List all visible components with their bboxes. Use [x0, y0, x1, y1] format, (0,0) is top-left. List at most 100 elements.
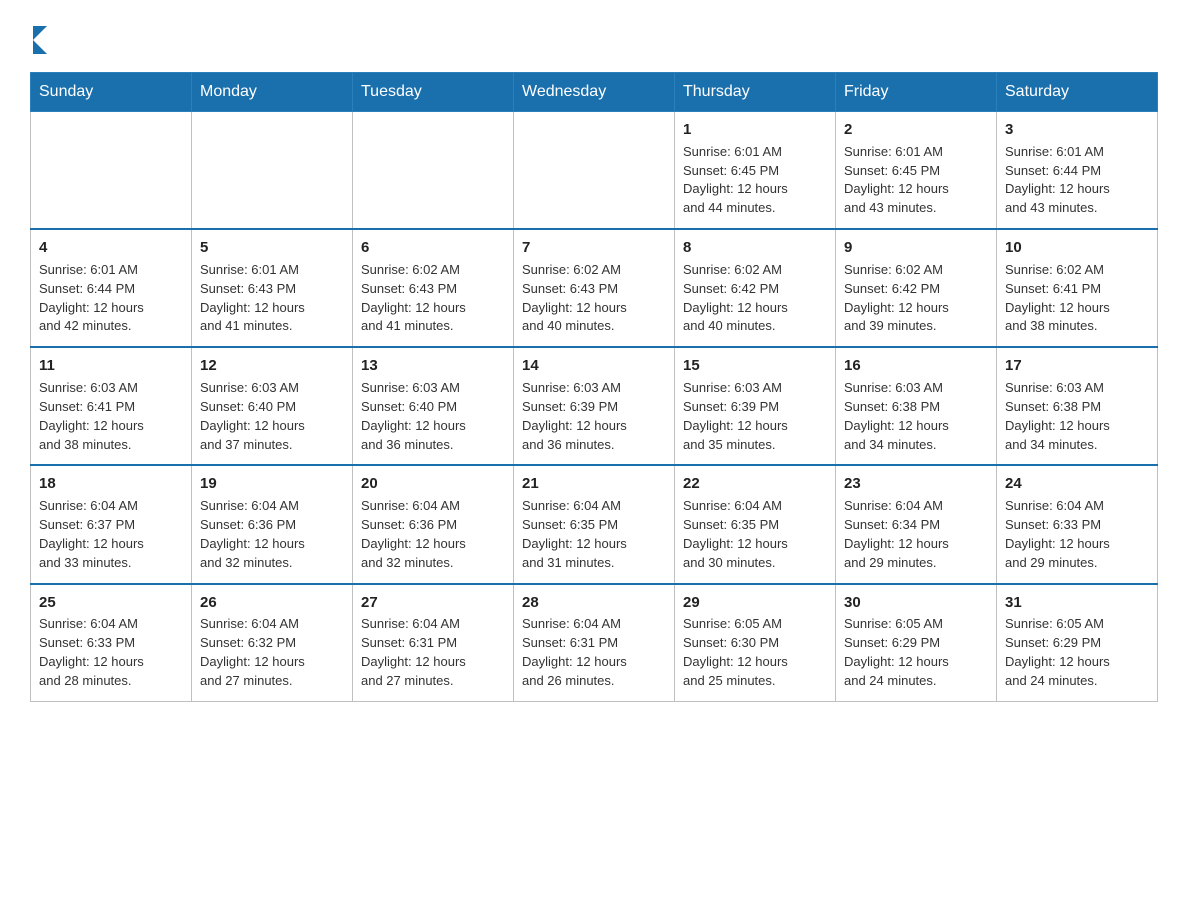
day-number: 30	[844, 592, 988, 614]
day-number: 4	[39, 237, 183, 259]
day-info-line: and 26 minutes.	[522, 672, 666, 691]
calendar-cell: 1Sunrise: 6:01 AMSunset: 6:45 PMDaylight…	[675, 112, 836, 230]
day-info-line: Daylight: 12 hours	[683, 653, 827, 672]
day-info-line: Daylight: 12 hours	[844, 180, 988, 199]
day-number: 10	[1005, 237, 1149, 259]
calendar-cell	[192, 112, 353, 230]
day-info-line: Sunset: 6:29 PM	[844, 634, 988, 653]
day-info-line: Sunset: 6:35 PM	[522, 516, 666, 535]
day-info-line: Daylight: 12 hours	[1005, 535, 1149, 554]
day-info-line: Sunset: 6:33 PM	[1005, 516, 1149, 535]
day-info-line: Sunrise: 6:04 AM	[1005, 497, 1149, 516]
day-info-line: Daylight: 12 hours	[200, 417, 344, 436]
day-info-line: Sunrise: 6:04 AM	[39, 497, 183, 516]
day-info-line: Daylight: 12 hours	[844, 653, 988, 672]
calendar-cell: 27Sunrise: 6:04 AMSunset: 6:31 PMDayligh…	[353, 584, 514, 702]
day-number: 17	[1005, 355, 1149, 377]
day-info-line: and 32 minutes.	[200, 554, 344, 573]
calendar-cell: 23Sunrise: 6:04 AMSunset: 6:34 PMDayligh…	[836, 465, 997, 583]
calendar-cell	[31, 112, 192, 230]
day-number: 22	[683, 473, 827, 495]
day-info-line: Sunrise: 6:02 AM	[844, 261, 988, 280]
day-info-line: Daylight: 12 hours	[683, 535, 827, 554]
day-info-line: and 27 minutes.	[361, 672, 505, 691]
day-info-line: Daylight: 12 hours	[1005, 653, 1149, 672]
day-info-line: and 33 minutes.	[39, 554, 183, 573]
day-info-line: and 24 minutes.	[844, 672, 988, 691]
day-info-line: Sunrise: 6:04 AM	[844, 497, 988, 516]
day-info-line: Sunrise: 6:04 AM	[683, 497, 827, 516]
day-info-line: Sunset: 6:38 PM	[1005, 398, 1149, 417]
day-info-line: and 38 minutes.	[39, 436, 183, 455]
day-info-line: Sunrise: 6:03 AM	[200, 379, 344, 398]
day-info-line: Daylight: 12 hours	[39, 653, 183, 672]
day-number: 28	[522, 592, 666, 614]
day-info-line: and 41 minutes.	[200, 317, 344, 336]
calendar-cell: 8Sunrise: 6:02 AMSunset: 6:42 PMDaylight…	[675, 229, 836, 347]
day-number: 26	[200, 592, 344, 614]
day-info-line: Sunset: 6:36 PM	[361, 516, 505, 535]
day-info-line: and 40 minutes.	[522, 317, 666, 336]
calendar-cell: 30Sunrise: 6:05 AMSunset: 6:29 PMDayligh…	[836, 584, 997, 702]
calendar-table: SundayMondayTuesdayWednesdayThursdayFrid…	[30, 72, 1158, 702]
day-info-line: and 27 minutes.	[200, 672, 344, 691]
day-info-line: and 25 minutes.	[683, 672, 827, 691]
day-info-line: Sunrise: 6:03 AM	[844, 379, 988, 398]
day-info-line: Sunset: 6:44 PM	[1005, 162, 1149, 181]
day-info-line: Sunset: 6:45 PM	[683, 162, 827, 181]
day-info-line: and 37 minutes.	[200, 436, 344, 455]
day-info-line: Daylight: 12 hours	[522, 535, 666, 554]
day-info-line: Sunrise: 6:03 AM	[361, 379, 505, 398]
calendar-cell: 5Sunrise: 6:01 AMSunset: 6:43 PMDaylight…	[192, 229, 353, 347]
day-info-line: Daylight: 12 hours	[361, 417, 505, 436]
calendar-week-row: 1Sunrise: 6:01 AMSunset: 6:45 PMDaylight…	[31, 112, 1158, 230]
day-number: 15	[683, 355, 827, 377]
day-info-line: Sunrise: 6:05 AM	[683, 615, 827, 634]
day-info-line: Sunrise: 6:01 AM	[1005, 143, 1149, 162]
day-info-line: and 43 minutes.	[844, 199, 988, 218]
day-info-line: Daylight: 12 hours	[683, 299, 827, 318]
calendar-cell: 9Sunrise: 6:02 AMSunset: 6:42 PMDaylight…	[836, 229, 997, 347]
weekday-header-monday: Monday	[192, 73, 353, 112]
day-info-line: Daylight: 12 hours	[200, 535, 344, 554]
day-info-line: and 38 minutes.	[1005, 317, 1149, 336]
calendar-cell: 11Sunrise: 6:03 AMSunset: 6:41 PMDayligh…	[31, 347, 192, 465]
calendar-week-row: 11Sunrise: 6:03 AMSunset: 6:41 PMDayligh…	[31, 347, 1158, 465]
calendar-cell: 16Sunrise: 6:03 AMSunset: 6:38 PMDayligh…	[836, 347, 997, 465]
day-info-line: and 39 minutes.	[844, 317, 988, 336]
weekday-header-saturday: Saturday	[997, 73, 1158, 112]
day-info-line: Daylight: 12 hours	[1005, 180, 1149, 199]
day-info-line: Sunrise: 6:02 AM	[683, 261, 827, 280]
day-info-line: Sunset: 6:41 PM	[39, 398, 183, 417]
day-number: 27	[361, 592, 505, 614]
day-number: 2	[844, 119, 988, 141]
calendar-week-row: 25Sunrise: 6:04 AMSunset: 6:33 PMDayligh…	[31, 584, 1158, 702]
calendar-week-row: 4Sunrise: 6:01 AMSunset: 6:44 PMDaylight…	[31, 229, 1158, 347]
day-info-line: Sunset: 6:44 PM	[39, 280, 183, 299]
day-info-line: and 29 minutes.	[1005, 554, 1149, 573]
day-info-line: Sunrise: 6:01 AM	[683, 143, 827, 162]
day-info-line: and 29 minutes.	[844, 554, 988, 573]
day-info-line: Daylight: 12 hours	[683, 417, 827, 436]
day-number: 20	[361, 473, 505, 495]
day-info-line: Daylight: 12 hours	[522, 653, 666, 672]
calendar-cell	[353, 112, 514, 230]
day-info-line: Sunset: 6:41 PM	[1005, 280, 1149, 299]
day-info-line: Sunrise: 6:02 AM	[1005, 261, 1149, 280]
day-info-line: Sunset: 6:32 PM	[200, 634, 344, 653]
day-info-line: Sunset: 6:43 PM	[522, 280, 666, 299]
day-info-line: and 44 minutes.	[683, 199, 827, 218]
day-info-line: Daylight: 12 hours	[361, 653, 505, 672]
day-info-line: Daylight: 12 hours	[1005, 417, 1149, 436]
day-info-line: Daylight: 12 hours	[683, 180, 827, 199]
day-number: 18	[39, 473, 183, 495]
day-info-line: Daylight: 12 hours	[844, 299, 988, 318]
day-info-line: Sunset: 6:29 PM	[1005, 634, 1149, 653]
calendar-cell: 6Sunrise: 6:02 AMSunset: 6:43 PMDaylight…	[353, 229, 514, 347]
day-info-line: Sunrise: 6:05 AM	[844, 615, 988, 634]
day-number: 6	[361, 237, 505, 259]
calendar-cell: 12Sunrise: 6:03 AMSunset: 6:40 PMDayligh…	[192, 347, 353, 465]
day-info-line: Sunset: 6:37 PM	[39, 516, 183, 535]
calendar-cell: 25Sunrise: 6:04 AMSunset: 6:33 PMDayligh…	[31, 584, 192, 702]
day-info-line: and 42 minutes.	[39, 317, 183, 336]
